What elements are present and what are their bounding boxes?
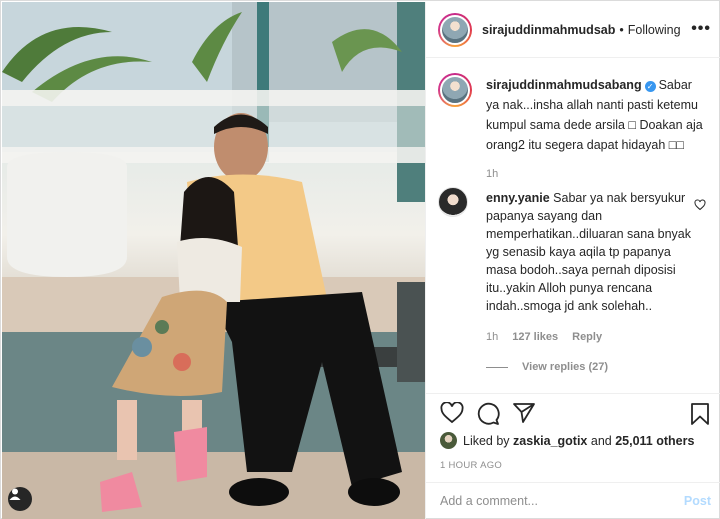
comment-time[interactable]: 1h bbox=[486, 331, 498, 343]
caption-username[interactable]: sirajuddinmahmudsabang bbox=[486, 78, 642, 92]
author-avatar[interactable] bbox=[438, 12, 472, 47]
comment-text: Sabar ya nak bersyukur papanya sayang da… bbox=[486, 191, 691, 313]
post-comment-button[interactable]: Post bbox=[684, 494, 711, 508]
post-photo[interactable] bbox=[2, 2, 425, 519]
save-bookmark-icon[interactable] bbox=[690, 402, 710, 429]
comment-meta: 1h 127 likes Reply bbox=[486, 331, 602, 343]
add-comment-input[interactable] bbox=[440, 494, 670, 508]
comment-like-heart-icon[interactable] bbox=[694, 199, 706, 214]
liked-by-label: Liked by bbox=[463, 433, 510, 448]
comments-section[interactable]: sirajuddinmahmudsabang ✓ Sabar ya nak...in… bbox=[426, 59, 720, 392]
follow-separator: • bbox=[619, 22, 624, 37]
follow-status-button[interactable]: Following bbox=[628, 23, 681, 37]
add-comment-bar: Post bbox=[426, 482, 720, 519]
comment-likes-count[interactable]: 127 likes bbox=[512, 331, 558, 343]
comment-text-block: enny.yanie Sabar ya nak bersyukur papany… bbox=[486, 189, 692, 315]
likes-others-count[interactable]: 25,011 others bbox=[615, 434, 694, 448]
tagged-users-icon[interactable] bbox=[8, 487, 32, 511]
likes-summary: Liked by zaskia_gotix and 25,011 others bbox=[440, 432, 694, 449]
caption-time[interactable]: 1h bbox=[486, 168, 498, 180]
more-options-icon[interactable]: ••• bbox=[691, 20, 711, 38]
caption-avatar[interactable] bbox=[438, 73, 472, 107]
action-bar bbox=[426, 393, 720, 433]
post-header: sirajuddinmahmudsab • Following ••• bbox=[426, 2, 720, 58]
commenter-avatar[interactable] bbox=[438, 187, 468, 217]
view-replies-label: View replies (27) bbox=[522, 361, 609, 373]
view-replies-button[interactable]: View replies (27) bbox=[486, 361, 608, 373]
comment-reply-button[interactable]: Reply bbox=[572, 331, 602, 343]
comment-bubble-icon[interactable] bbox=[476, 402, 500, 429]
instagram-post-window: sirajuddinmahmudsab • Following ••• sira… bbox=[0, 0, 720, 519]
liker-avatar[interactable] bbox=[440, 432, 457, 449]
likes-joiner: and bbox=[590, 433, 612, 448]
photo-scene bbox=[2, 2, 425, 519]
post-time-ago[interactable]: 1 HOUR AGO bbox=[440, 460, 502, 471]
author-username[interactable]: sirajuddinmahmudsab bbox=[482, 23, 615, 37]
share-paper-plane-icon[interactable] bbox=[512, 402, 536, 427]
like-heart-icon[interactable] bbox=[440, 401, 464, 427]
caption-text-block: sirajuddinmahmudsabang ✓ Sabar ya nak...in… bbox=[486, 75, 708, 155]
liker-username[interactable]: zaskia_gotix bbox=[513, 434, 587, 448]
replies-divider bbox=[486, 366, 508, 368]
commenter-username[interactable]: enny.yanie bbox=[486, 191, 550, 205]
post-side-panel: sirajuddinmahmudsab • Following ••• sira… bbox=[425, 2, 720, 519]
verified-badge-icon: ✓ bbox=[644, 81, 656, 92]
